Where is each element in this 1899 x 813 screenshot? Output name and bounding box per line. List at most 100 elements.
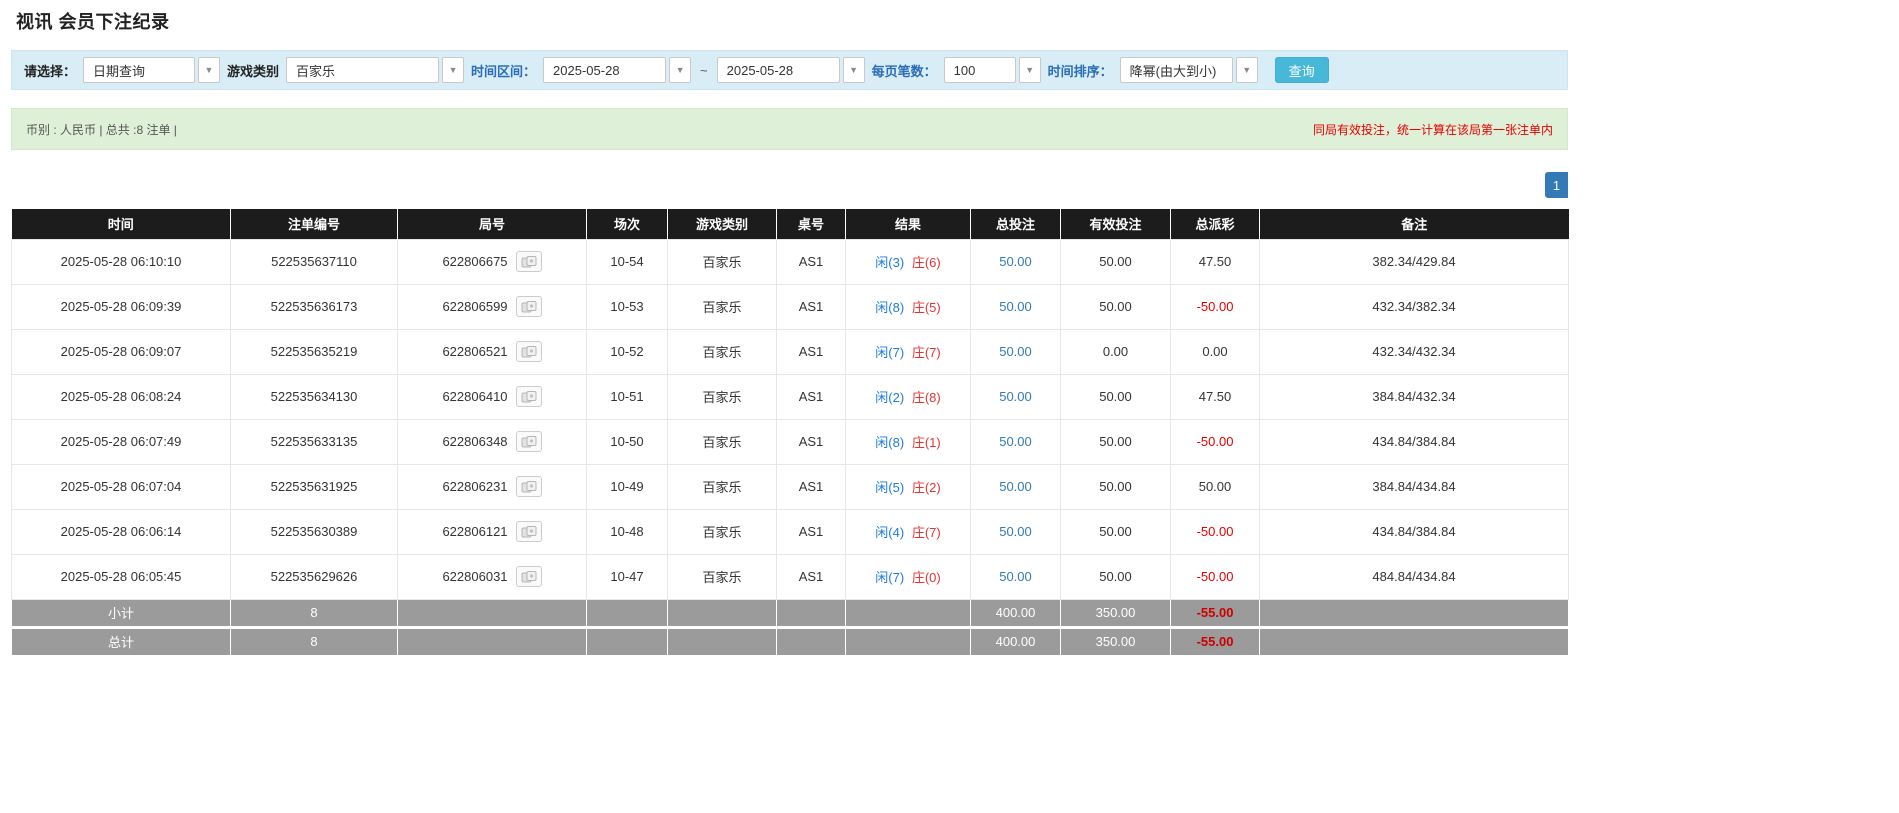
filter-bar: 请选择： 日期查询 ▼ 游戏类别 百家乐 ▼ 时间区间： 2025-05-28 …	[11, 50, 1568, 90]
cell-payout: -50.00	[1170, 418, 1260, 465]
cell-total-bet: 50.00	[970, 463, 1061, 510]
table-row: 2025-05-28 06:08:24 522535634130 6228064…	[11, 373, 1569, 420]
time-sort-select[interactable]: 降幂(由大到小) ▼	[1119, 57, 1258, 83]
table-row: 2025-05-28 06:05:45 522535629626 6228060…	[11, 553, 1569, 600]
table-row: 2025-05-28 06:06:14 522535630389 6228061…	[11, 508, 1569, 555]
result-player: 闲(4)	[875, 525, 905, 540]
cell-valid-bet: 0.00	[1060, 328, 1171, 375]
result-player: 闲(8)	[875, 435, 905, 450]
cell-result: 闲(7) 庄(0)	[845, 553, 971, 600]
total-bet-link[interactable]: 50.00	[999, 569, 1032, 584]
cell-payout: -50.00	[1170, 508, 1260, 555]
round-id-text: 622806599	[442, 299, 508, 314]
page-1-button[interactable]: 1	[1545, 172, 1568, 198]
col-game-type: 游戏类别	[667, 209, 777, 239]
total-valid-bet: 350.00	[1060, 626, 1171, 656]
page-title: 视讯 会员下注纪录	[16, 12, 170, 32]
result-player: 闲(7)	[875, 345, 905, 360]
cell-valid-bet: 50.00	[1060, 418, 1171, 465]
total-bet-link[interactable]: 50.00	[999, 344, 1032, 359]
cell-time: 2025-05-28 06:06:14	[11, 508, 231, 555]
page-size-value: 100	[943, 57, 1016, 83]
cell-total-bet: 50.00	[970, 508, 1061, 555]
chevron-down-icon[interactable]: ▼	[442, 57, 465, 83]
cell-remark: 384.84/434.84	[1259, 463, 1569, 510]
chevron-down-icon[interactable]: ▼	[842, 57, 865, 83]
result-player: 闲(2)	[875, 390, 905, 405]
view-cards-icon[interactable]	[515, 251, 542, 272]
cell-time: 2025-05-28 06:10:10	[11, 238, 231, 285]
cell-game-type: 百家乐	[667, 373, 777, 420]
cell-round-id: 622806121	[397, 508, 587, 555]
chevron-down-icon[interactable]: ▼	[1235, 57, 1258, 83]
cell-result: 闲(7) 庄(7)	[845, 328, 971, 375]
subtotal-label: 小计	[11, 598, 231, 629]
subtotal-total-bet: 400.00	[970, 598, 1061, 629]
total-bet-link[interactable]: 50.00	[999, 479, 1032, 494]
date-from-picker[interactable]: 2025-05-28 ▼	[543, 57, 692, 83]
cell-time: 2025-05-28 06:09:39	[11, 283, 231, 330]
total-bet-link[interactable]: 50.00	[999, 524, 1032, 539]
view-cards-icon[interactable]	[515, 476, 542, 497]
game-type-select[interactable]: 百家乐 ▼	[286, 57, 465, 83]
cell-bet-id: 522535636173	[230, 283, 398, 330]
time-sort-label: 时间排序：	[1047, 63, 1113, 79]
cell-round-id: 622806231	[397, 463, 587, 510]
cell-game-type: 百家乐	[667, 283, 777, 330]
result-banker: 庄(7)	[911, 345, 941, 360]
cell-table-no: AS1	[776, 418, 846, 465]
view-cards-icon[interactable]	[515, 566, 542, 587]
col-remark: 备注	[1259, 209, 1569, 239]
summary-bar: 币别 : 人民币 | 总共 :8 注单 | 同局有效投注，统一计算在该局第一张注…	[11, 108, 1568, 150]
cell-table-no: AS1	[776, 553, 846, 600]
cell-payout: 50.00	[1170, 463, 1260, 510]
date-to-picker[interactable]: 2025-05-28 ▼	[716, 57, 865, 83]
cell-total-bet: 50.00	[970, 328, 1061, 375]
round-id-text: 622806521	[442, 344, 508, 359]
view-cards-icon[interactable]	[515, 431, 542, 452]
total-label: 总计	[11, 626, 231, 656]
total-payout: -55.00	[1170, 626, 1260, 656]
chevron-down-icon[interactable]: ▼	[198, 57, 221, 83]
cell-table-no: AS1	[776, 238, 846, 285]
result-banker: 庄(2)	[911, 480, 941, 495]
col-payout: 总派彩	[1170, 209, 1260, 239]
chevron-down-icon[interactable]: ▼	[669, 57, 692, 83]
cell-total-bet: 50.00	[970, 238, 1061, 285]
result-banker: 庄(5)	[911, 300, 941, 315]
view-cards-icon[interactable]	[515, 521, 542, 542]
cell-table-no: AS1	[776, 508, 846, 555]
cell-bet-id: 522535630389	[230, 508, 398, 555]
game-type-value: 百家乐	[286, 57, 440, 83]
view-cards-icon[interactable]	[515, 386, 542, 407]
total-bet-link[interactable]: 50.00	[999, 299, 1032, 314]
total-total-bet: 400.00	[970, 626, 1061, 656]
page-size-select[interactable]: 100 ▼	[943, 57, 1041, 83]
total-bet-link[interactable]: 50.00	[999, 254, 1032, 269]
query-type-select[interactable]: 日期查询 ▼	[83, 57, 221, 83]
total-bet-link[interactable]: 50.00	[999, 434, 1032, 449]
cell-valid-bet: 50.00	[1060, 508, 1171, 555]
cell-game-type: 百家乐	[667, 508, 777, 555]
result-banker: 庄(0)	[911, 570, 941, 585]
cell-bet-id: 522535637110	[230, 238, 398, 285]
cell-result: 闲(3) 庄(6)	[845, 238, 971, 285]
view-cards-icon[interactable]	[515, 341, 542, 362]
view-cards-icon[interactable]	[515, 296, 542, 317]
cell-time: 2025-05-28 06:07:49	[11, 418, 231, 465]
cell-result: 闲(8) 庄(1)	[845, 418, 971, 465]
subtotal-payout: -55.00	[1170, 598, 1260, 629]
round-id-text: 622806031	[442, 569, 508, 584]
total-bet-link[interactable]: 50.00	[999, 389, 1032, 404]
date-range-tilde: ~	[700, 62, 708, 78]
round-id-text: 622806348	[442, 434, 508, 449]
valid-bet-note-text: 同局有效投注，统一计算在该局第一张注单内	[1312, 122, 1553, 137]
cell-total-bet: 50.00	[970, 553, 1061, 600]
cell-result: 闲(4) 庄(7)	[845, 508, 971, 555]
chevron-down-icon[interactable]: ▼	[1018, 57, 1041, 83]
subtotal-row: 小计 8 400.00 350.00 -55.00	[11, 598, 1569, 629]
cell-result: 闲(5) 庄(2)	[845, 463, 971, 510]
round-id-text: 622806231	[442, 479, 508, 494]
cell-valid-bet: 50.00	[1060, 238, 1171, 285]
search-button[interactable]: 查询	[1274, 57, 1329, 83]
